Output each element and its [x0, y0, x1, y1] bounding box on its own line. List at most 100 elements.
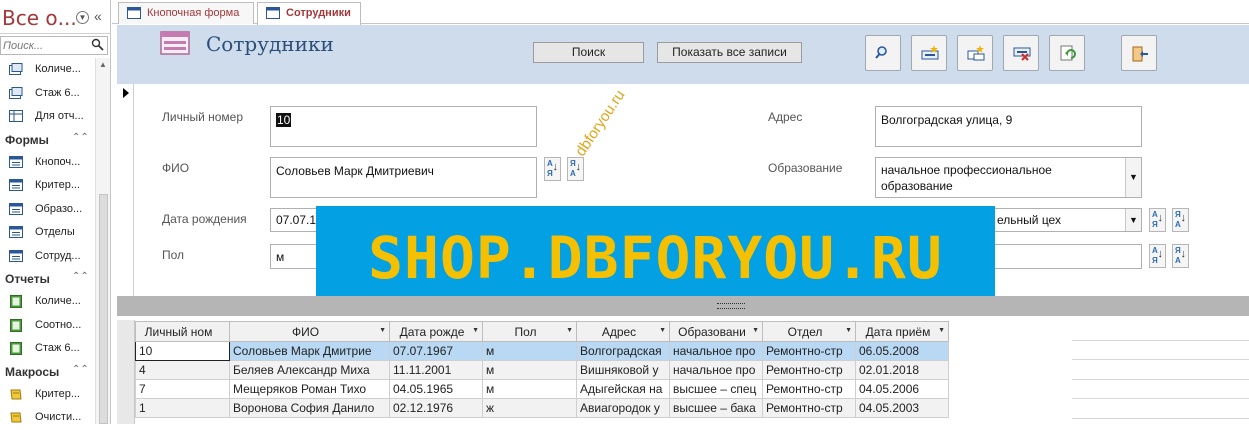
table-cell[interactable]: 7 [135, 379, 230, 399]
column-header[interactable]: Дата рожде ▼ [389, 321, 483, 342]
personal-number-field[interactable]: 10 [270, 106, 537, 147]
scroll-up-icon[interactable]: ▲ [99, 60, 107, 69]
column-dropdown-icon[interactable]: ▼ [752, 327, 759, 334]
address-field[interactable]: Волгоградская улица, 9 [875, 106, 1142, 147]
tab-switchboard[interactable]: Кнопочная форма [118, 2, 254, 24]
collapse-chevron-icon[interactable]: ⌃⌃ [72, 132, 89, 143]
tab-employees[interactable]: Сотрудники [257, 2, 361, 25]
nav-item-form[interactable]: Отделы [0, 221, 94, 245]
sort-ascending-button[interactable]: А Я ↓ [1149, 208, 1166, 232]
table-row[interactable]: 7 Мещеряков Роман Тихо 04.05.1965 м Адыг… [135, 379, 949, 399]
sort-descending-button[interactable]: Я А ↓ [567, 157, 584, 181]
column-dropdown-icon[interactable]: ▼ [845, 327, 852, 334]
column-dropdown-icon[interactable]: ▼ [566, 327, 573, 334]
table-cell[interactable]: Вишняковой у [576, 360, 670, 380]
nav-group-macros[interactable]: Макросы ⌃⌃ [0, 361, 94, 383]
table-cell[interactable]: 04.05.1965 [389, 379, 483, 399]
nav-item-form[interactable]: Сотруд... [0, 245, 94, 269]
nav-item-report[interactable]: Соотно... [0, 314, 94, 338]
table-cell[interactable]: высшее – спец [669, 379, 763, 399]
nav-menu-dropdown-icon[interactable]: ▼ [76, 11, 89, 24]
chevron-down-icon[interactable]: ▼ [1125, 158, 1141, 197]
delete-record-button[interactable] [1003, 35, 1039, 71]
column-header[interactable]: Адрес ▼ [576, 321, 670, 342]
department-combobox[interactable]: ельный цех ▼ [992, 208, 1142, 232]
close-form-button[interactable] [1121, 35, 1157, 71]
new-record-button[interactable] [911, 35, 947, 71]
collapse-chevron-icon[interactable]: ⌃⌃ [72, 364, 89, 375]
table-cell[interactable]: 10 [135, 341, 230, 361]
table-cell[interactable]: Соловьев Марк Дмитрие [229, 341, 390, 361]
record-selector[interactable] [117, 84, 134, 296]
nav-group-forms[interactable]: Формы ⌃⌃ [0, 129, 94, 151]
table-cell[interactable]: Ремонтно-стр [762, 398, 856, 418]
column-dropdown-icon[interactable]: ▼ [379, 327, 386, 334]
table-cell[interactable]: 06.05.2008 [855, 341, 949, 361]
nav-item-query[interactable]: Стаж 6... [0, 82, 94, 106]
table-cell[interactable]: 1 [135, 398, 230, 418]
table-row[interactable]: 10 Соловьев Марк Дмитрие 07.07.1967 м Во… [135, 341, 949, 361]
table-cell[interactable]: 07.07.1967 [389, 341, 483, 361]
nav-item-report[interactable]: Количе... [0, 290, 94, 314]
table-cell[interactable]: 04.05.2006 [855, 379, 949, 399]
sort-ascending-button[interactable]: А Я ↓ [1149, 244, 1166, 268]
table-cell[interactable]: Адыгейская на [576, 379, 670, 399]
sort-ascending-button[interactable]: А Я ↓ [544, 157, 561, 181]
sort-descending-button[interactable]: Я А ↓ [1172, 208, 1189, 232]
column-header[interactable]: Личный ном [135, 321, 230, 342]
column-dropdown-icon[interactable]: ▼ [472, 327, 479, 334]
table-cell[interactable]: начальное про [669, 360, 763, 380]
nav-search-input[interactable] [1, 37, 89, 54]
column-dropdown-icon[interactable]: ▼ [938, 327, 945, 334]
show-all-records-button[interactable]: Показать все записи [657, 42, 802, 63]
column-header[interactable]: Отдел ▼ [762, 321, 856, 342]
chevron-down-icon[interactable]: ▼ [1125, 209, 1141, 231]
table-cell[interactable]: 02.01.2018 [855, 360, 949, 380]
table-cell[interactable]: Беляев Александр Миха [229, 360, 390, 380]
table-cell[interactable]: Мещеряков Роман Тихо [229, 379, 390, 399]
table-row[interactable]: 4 Беляев Александр Миха 11.11.2001 м Виш… [135, 360, 949, 380]
nav-item-macro[interactable]: Критер... [0, 383, 94, 407]
table-cell[interactable]: 4 [135, 360, 230, 380]
table-cell[interactable]: ж [482, 398, 577, 418]
find-record-button[interactable] [865, 35, 901, 71]
table-cell[interactable]: м [482, 360, 577, 380]
nav-item-form[interactable]: Образо... [0, 198, 94, 222]
search-button[interactable]: Поиск [533, 42, 644, 63]
hire-date-field[interactable] [992, 244, 1142, 269]
table-cell[interactable]: Ремонтно-стр [762, 360, 856, 380]
nav-item-report[interactable]: Стаж 6... [0, 337, 94, 361]
table-cell[interactable]: Волгоградская [576, 341, 670, 361]
table-cell[interactable]: Воронова София Данило [229, 398, 390, 418]
nav-item-query[interactable]: Для отч... [0, 105, 94, 129]
scroll-thumb[interactable] [99, 194, 108, 424]
column-header[interactable]: Дата приём ▼ [855, 321, 949, 342]
nav-scrollbar[interactable]: ▲ [95, 58, 110, 424]
nav-title[interactable]: Все о... [2, 6, 77, 30]
table-cell[interactable]: Ремонтно-стр [762, 341, 856, 361]
datasheet-record-selector[interactable] [117, 320, 135, 424]
table-cell[interactable]: 11.11.2001 [389, 360, 483, 380]
splitter-grip[interactable] [717, 303, 745, 309]
nav-item-form[interactable]: Критер... [0, 174, 94, 198]
collapse-chevron-icon[interactable]: ⌃⌃ [72, 271, 89, 282]
search-icon[interactable] [91, 38, 104, 51]
column-header[interactable]: Пол ▼ [482, 321, 577, 342]
table-cell[interactable]: 04.05.2003 [855, 398, 949, 418]
column-dropdown-icon[interactable]: ▼ [659, 327, 666, 334]
education-combobox[interactable]: начальное профессиональное образование ▼ [875, 157, 1142, 198]
table-cell[interactable]: 02.12.1976 [389, 398, 483, 418]
nav-item-macro[interactable]: Очисти... [0, 406, 94, 430]
table-cell[interactable]: Авиагородок у [576, 398, 670, 418]
refresh-button[interactable] [1049, 35, 1085, 71]
table-row[interactable]: 1 Воронова София Данило 02.12.1976 ж Ави… [135, 398, 949, 418]
table-cell[interactable]: высшее – бака [669, 398, 763, 418]
nav-item-form[interactable]: Кнопоч... [0, 151, 94, 175]
table-cell[interactable]: начальное про [669, 341, 763, 361]
table-cell[interactable]: Ремонтно-стр [762, 379, 856, 399]
table-cell[interactable]: м [482, 341, 577, 361]
nav-group-reports[interactable]: Отчеты ⌃⌃ [0, 268, 94, 290]
fio-field[interactable]: Соловьев Марк Дмитриевич [270, 157, 537, 198]
column-header[interactable]: Образовани ▼ [669, 321, 763, 342]
nav-collapse-icon[interactable]: « [94, 8, 102, 24]
